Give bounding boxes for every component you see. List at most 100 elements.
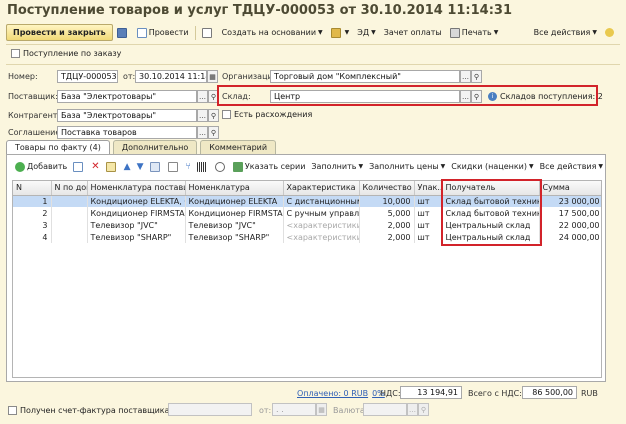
invoice-number-field[interactable] [168, 403, 252, 416]
move-up-button[interactable]: ▲ [121, 159, 134, 174]
invoice-for-payment-button[interactable]: Зачет оплаты [380, 24, 446, 41]
supplier-select-button[interactable]: … [197, 90, 208, 103]
cell-n: 1 [13, 195, 52, 207]
cell-n: 3 [13, 219, 52, 231]
counterparty-select-button[interactable]: … [197, 109, 208, 122]
by-order-checkbox[interactable]: Поступление по заказу [11, 49, 121, 58]
document-tabs: Товары по факту (4) Дополнительно Коммен… [6, 140, 279, 154]
invoice-currency-field[interactable] [363, 403, 407, 416]
supplier-field[interactable]: База "Электротовары" [57, 90, 197, 103]
add-row-button[interactable]: Добавить [12, 159, 70, 174]
cell-quantity: 5,000 [359, 207, 415, 219]
related-documents-button[interactable]: ▼ [327, 24, 354, 41]
ellipsis-icon: … [462, 72, 469, 81]
cell-sum: 24 000,00 [539, 231, 601, 243]
warehouse-field[interactable]: Центр [270, 90, 460, 103]
specify-series-button[interactable]: Указать серии [230, 159, 308, 174]
invoice-currency-select-button[interactable]: … [407, 403, 418, 416]
main-toolbar: Провести и закрыть Провести Создать на о… [6, 23, 620, 42]
delete-row-button[interactable]: ✕ [88, 159, 102, 174]
cell-doc-n [51, 195, 88, 207]
warehouses-info[interactable]: i Складов поступления: 2 [488, 92, 603, 101]
cell-quantity: 2,000 [359, 231, 415, 243]
column-header-item[interactable]: Номенклатура [185, 181, 284, 196]
invoice-currency-open-button[interactable]: ⚲ [418, 403, 429, 416]
print-button[interactable]: Печать ▼ [446, 24, 503, 41]
pick-icon [149, 161, 160, 172]
search-button[interactable] [212, 159, 230, 174]
invoice-date-field[interactable]: . . [272, 403, 316, 416]
column-header-characteristic[interactable]: Характеристика [283, 181, 360, 196]
document-icon-button[interactable] [198, 24, 218, 41]
chevron-down-icon: ▼ [358, 163, 364, 170]
ellipsis-icon: … [462, 92, 469, 101]
all-actions-button[interactable]: Все действия ▼ [530, 24, 601, 41]
discounts-button[interactable]: Скидки (наценки) ▼ [448, 159, 536, 174]
pick-button[interactable] [147, 159, 165, 174]
discrepancies-checkbox[interactable]: Есть расхождения [222, 110, 312, 119]
paid-link[interactable]: Оплачено: 0 RUB [297, 389, 368, 398]
organization-select-button[interactable]: … [460, 70, 471, 83]
cell-unit: шт [414, 231, 443, 243]
invoice-received-checkbox[interactable]: Получен счет-фактура поставщика N: [8, 406, 181, 415]
cell-supplier-item: Кондиционер FIRMSTAR... [87, 207, 186, 219]
fill-button[interactable]: Заполнить ▼ [308, 159, 366, 174]
post-button[interactable]: Провести [133, 24, 193, 41]
clipboard-button[interactable] [165, 159, 183, 174]
number-field[interactable]: ТДЦУ-000053 [57, 70, 118, 83]
warehouse-select-button[interactable]: … [460, 90, 471, 103]
invoice-calendar-button[interactable]: ▦ [316, 403, 327, 416]
invoice-date-label: от: [259, 406, 272, 415]
copy-row-button[interactable] [70, 159, 88, 174]
column-header-sum[interactable]: Сумма [539, 181, 601, 196]
date-label: от: [123, 72, 136, 81]
cell-unit: шт [414, 207, 443, 219]
barcode-button[interactable] [194, 159, 212, 174]
cell-n: 2 [13, 207, 52, 219]
post-and-close-button[interactable]: Провести и закрыть [6, 24, 113, 41]
split-row-button[interactable]: ⑂ [183, 159, 194, 174]
column-header-n[interactable]: N [13, 181, 52, 196]
column-header-doc-n[interactable]: N по док. [51, 181, 88, 196]
save-button[interactable] [113, 24, 133, 41]
search-icon: ⚲ [473, 92, 480, 101]
warehouse-open-button[interactable]: ⚲ [471, 90, 482, 103]
date-field[interactable]: 30.10.2014 11:14:31 [135, 70, 207, 83]
calendar-button[interactable]: ▦ [207, 70, 218, 83]
ed-button[interactable]: ЭД ▼ [353, 24, 379, 41]
edit-row-button[interactable] [103, 159, 121, 174]
tab-additional[interactable]: Дополнительно [112, 140, 198, 154]
column-header-quantity[interactable]: Количество [359, 181, 415, 196]
goods-all-actions-button[interactable]: Все действия ▼ [537, 159, 606, 174]
document-icon [201, 27, 212, 38]
agreement-select-button[interactable]: … [197, 126, 208, 139]
help-button[interactable] [601, 24, 620, 41]
create-based-on-button[interactable]: Создать на основании ▼ [218, 24, 327, 41]
organization-open-button[interactable]: ⚲ [471, 70, 482, 83]
fill-prices-button[interactable]: Заполнить цены ▼ [366, 159, 448, 174]
checkbox-box [8, 406, 17, 415]
checkbox-box [222, 110, 231, 119]
move-down-button[interactable]: ▼ [134, 159, 147, 174]
tab-goods-actual[interactable]: Товары по факту (4) [6, 140, 110, 154]
search-icon: ⚲ [210, 128, 217, 137]
counterparty-field[interactable]: База "Электротовары" [57, 109, 197, 122]
cell-n: 4 [13, 231, 52, 243]
cell-characteristic: С дистанционным... [283, 195, 360, 207]
cell-item: Телевизор "SHARP" [185, 231, 284, 243]
divider [6, 64, 620, 65]
vat-field: 13 194,91 [400, 386, 462, 399]
agreement-open-button[interactable]: ⚲ [208, 126, 219, 139]
calendar-icon: ▦ [209, 72, 216, 81]
agreement-field[interactable]: Поставка товаров [57, 126, 197, 139]
structure-icon [330, 27, 341, 38]
column-header-unit[interactable]: Упак... [414, 181, 443, 196]
calendar-icon: ▦ [318, 405, 325, 414]
delete-icon: ✕ [91, 161, 100, 172]
column-header-supplier-item[interactable]: Номенклатура поставщ... [87, 181, 186, 196]
tab-comment[interactable]: Комментарий [200, 140, 277, 154]
organization-field[interactable]: Торговый дом "Комплексный" [270, 70, 460, 83]
checkbox-box [11, 49, 20, 58]
printer-icon [449, 27, 460, 38]
counterparty-open-button[interactable]: ⚲ [208, 109, 219, 122]
